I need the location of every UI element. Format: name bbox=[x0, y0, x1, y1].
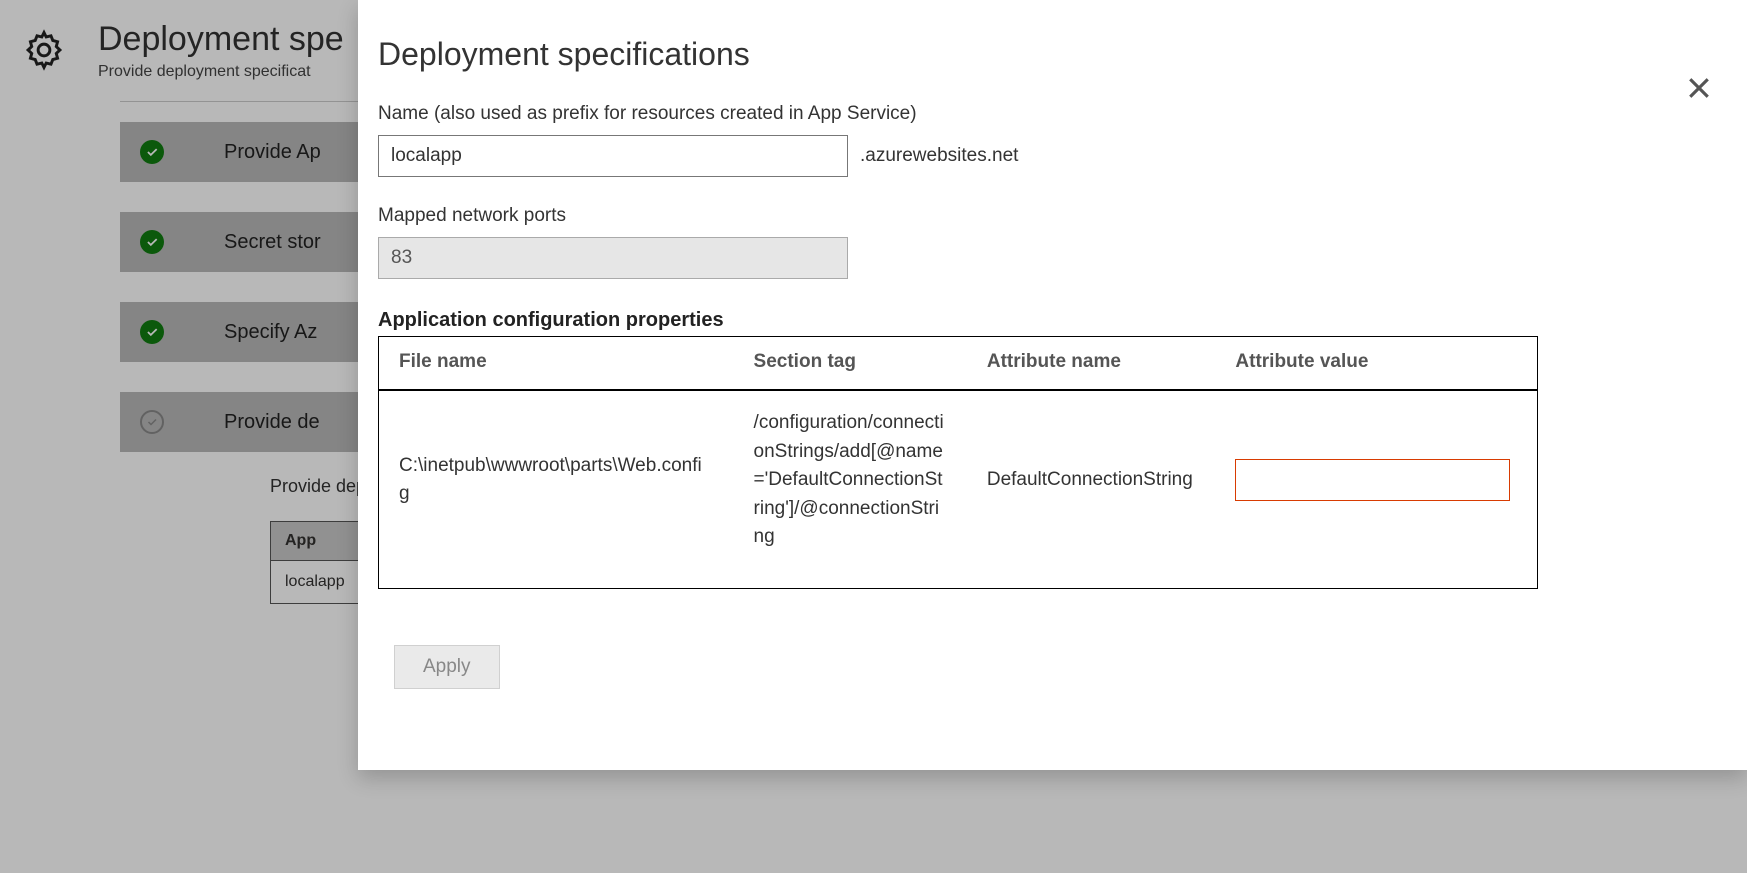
config-table: File name Section tag Attribute name Att… bbox=[378, 336, 1538, 589]
name-field-label: Name (also used as prefix for resources … bbox=[378, 103, 1699, 125]
modal-title: Deployment specifications bbox=[378, 36, 1699, 73]
col-attr: Attribute name bbox=[967, 337, 1216, 391]
attribute-value-input[interactable] bbox=[1235, 459, 1510, 501]
deployment-spec-modal: Deployment specifications Name (also use… bbox=[358, 0, 1747, 770]
cell-file: C:\inetpub\wwwroot\parts\Web.config bbox=[379, 390, 734, 588]
apply-button[interactable]: Apply bbox=[394, 645, 500, 689]
col-file: File name bbox=[379, 337, 734, 391]
config-table-row: C:\inetpub\wwwroot\parts\Web.config /con… bbox=[379, 390, 1538, 588]
name-input[interactable] bbox=[378, 135, 848, 177]
config-table-header-row: File name Section tag Attribute name Att… bbox=[379, 337, 1538, 391]
cell-val bbox=[1215, 390, 1537, 588]
ports-field-label: Mapped network ports bbox=[378, 205, 1699, 227]
cell-attr: DefaultConnectionString bbox=[967, 390, 1216, 588]
config-section-heading: Application configuration properties bbox=[378, 309, 1699, 332]
ports-input bbox=[378, 237, 848, 279]
col-val: Attribute value bbox=[1215, 337, 1537, 391]
name-suffix: .azurewebsites.net bbox=[860, 145, 1018, 167]
close-button[interactable] bbox=[1681, 70, 1717, 106]
col-section: Section tag bbox=[734, 337, 967, 391]
cell-section: /configuration/connectionStrings/add[@na… bbox=[734, 390, 967, 588]
